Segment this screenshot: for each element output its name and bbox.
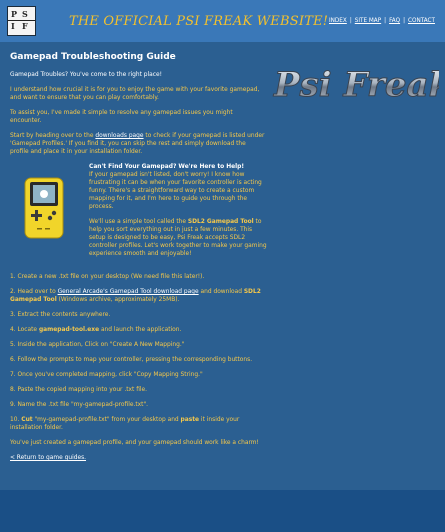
- site-logo[interactable]: P S I F: [7, 6, 36, 36]
- psi-freak-logo: Psi Freak: [273, 65, 440, 106]
- help-paragraph: If your gamepad isn't listed, don't worr…: [89, 172, 262, 210]
- nav-separator: |: [403, 18, 405, 24]
- logo-letter: F: [22, 21, 28, 31]
- step-7: 7. Once you've completed mapping, click …: [10, 372, 203, 378]
- step-2: 2. Head over to General Arcade's Gamepad…: [10, 288, 265, 304]
- page-title: Gamepad Troubleshooting Guide: [10, 52, 176, 62]
- return-to-guides-link[interactable]: < Return to game guides.: [10, 455, 86, 461]
- gamepad-help-text: Can't Find Your Gamepad? We're Here to H…: [89, 163, 267, 265]
- step-4: 4. Locate gamepad-tool.exe and launch th…: [10, 326, 265, 334]
- nav-link-faq[interactable]: FAQ: [389, 18, 400, 24]
- text-segment: We'll use a simple tool called the: [89, 219, 188, 225]
- main-content: Gamepad Troubleshooting Guide Gamepad Tr…: [10, 52, 267, 469]
- action-word: Cut: [21, 417, 33, 423]
- logo-letter: S: [22, 9, 28, 19]
- gamepad-help-section: Can't Find Your Gamepad? We're Here to H…: [10, 163, 267, 266]
- closing-paragraph: You've just created a gamepad profile, a…: [10, 440, 259, 446]
- site-title: THE OFFICIAL PSI FREAK WEBSITE!: [69, 14, 329, 29]
- footer-band: [0, 490, 445, 532]
- text-segment: "my-gamepad-profile.txt" from your deskt…: [32, 417, 181, 423]
- text-segment: 10.: [10, 417, 22, 423]
- intro-paragraph: I understand how crucial it is for you t…: [10, 87, 260, 101]
- step-3: 3. Extract the contents anywhere.: [10, 312, 111, 318]
- text-segment: (Windows archive, approximately 25MB).: [56, 297, 180, 303]
- nav-separator: |: [349, 18, 352, 24]
- tool-name: SDL2 Gamepad Tool: [187, 219, 254, 225]
- logo-wordmark: Psi Freak: [273, 65, 439, 105]
- text-segment: 2. Head over to: [10, 289, 58, 295]
- action-word: paste: [180, 417, 200, 423]
- downloads-page-link[interactable]: downloads page: [95, 133, 143, 139]
- handheld-gamepad-icon: [24, 177, 64, 239]
- step-8: 8. Paste the copied mapping into your .t…: [10, 387, 148, 393]
- step-10: 10. Cut "my-gamepad-profile.txt" from yo…: [10, 416, 265, 432]
- top-navigation: INDEX | SITE MAP | FAQ | CONTACT: [329, 18, 435, 24]
- step-1: 1. Create a new .txt file on your deskto…: [10, 274, 205, 280]
- step-9: 9. Name the .txt file "my-gamepad-profil…: [10, 402, 149, 408]
- help-subheading: Can't Find Your Gamepad? We're Here to H…: [89, 164, 245, 170]
- logo-letter: I: [11, 21, 15, 31]
- text-segment: and download: [198, 289, 244, 295]
- text-segment: 4. Locate: [10, 327, 39, 333]
- exe-name: gamepad-tool.exe: [38, 327, 100, 333]
- text-segment: Start by heading over to the: [10, 133, 96, 139]
- nav-link-site-map[interactable]: SITE MAP: [355, 18, 381, 24]
- step-6: 6. Follow the prompts to map your contro…: [10, 357, 253, 363]
- logo-letter: P: [11, 9, 18, 19]
- intro-text: Gamepad Troubles? You've come to the rig…: [10, 72, 163, 78]
- nav-separator: |: [384, 18, 387, 24]
- site-header: P S I F THE OFFICIAL PSI FREAK WEBSITE! …: [0, 0, 445, 42]
- step-5: 5. Inside the application, Click on "Cre…: [10, 342, 185, 348]
- nav-link-contact[interactable]: CONTACT: [408, 18, 435, 24]
- text-segment: and launch the application.: [99, 327, 182, 333]
- assist-paragraph: To assist you, I've made it simple to re…: [10, 110, 233, 124]
- tool-paragraph: We'll use a simple tool called the SDL2 …: [89, 218, 267, 258]
- downloads-paragraph: Start by heading over to the downloads p…: [10, 132, 265, 156]
- nav-link-index[interactable]: INDEX: [329, 18, 347, 24]
- gamepad-tool-download-link[interactable]: General Arcade's Gamepad Tool download p…: [58, 289, 199, 295]
